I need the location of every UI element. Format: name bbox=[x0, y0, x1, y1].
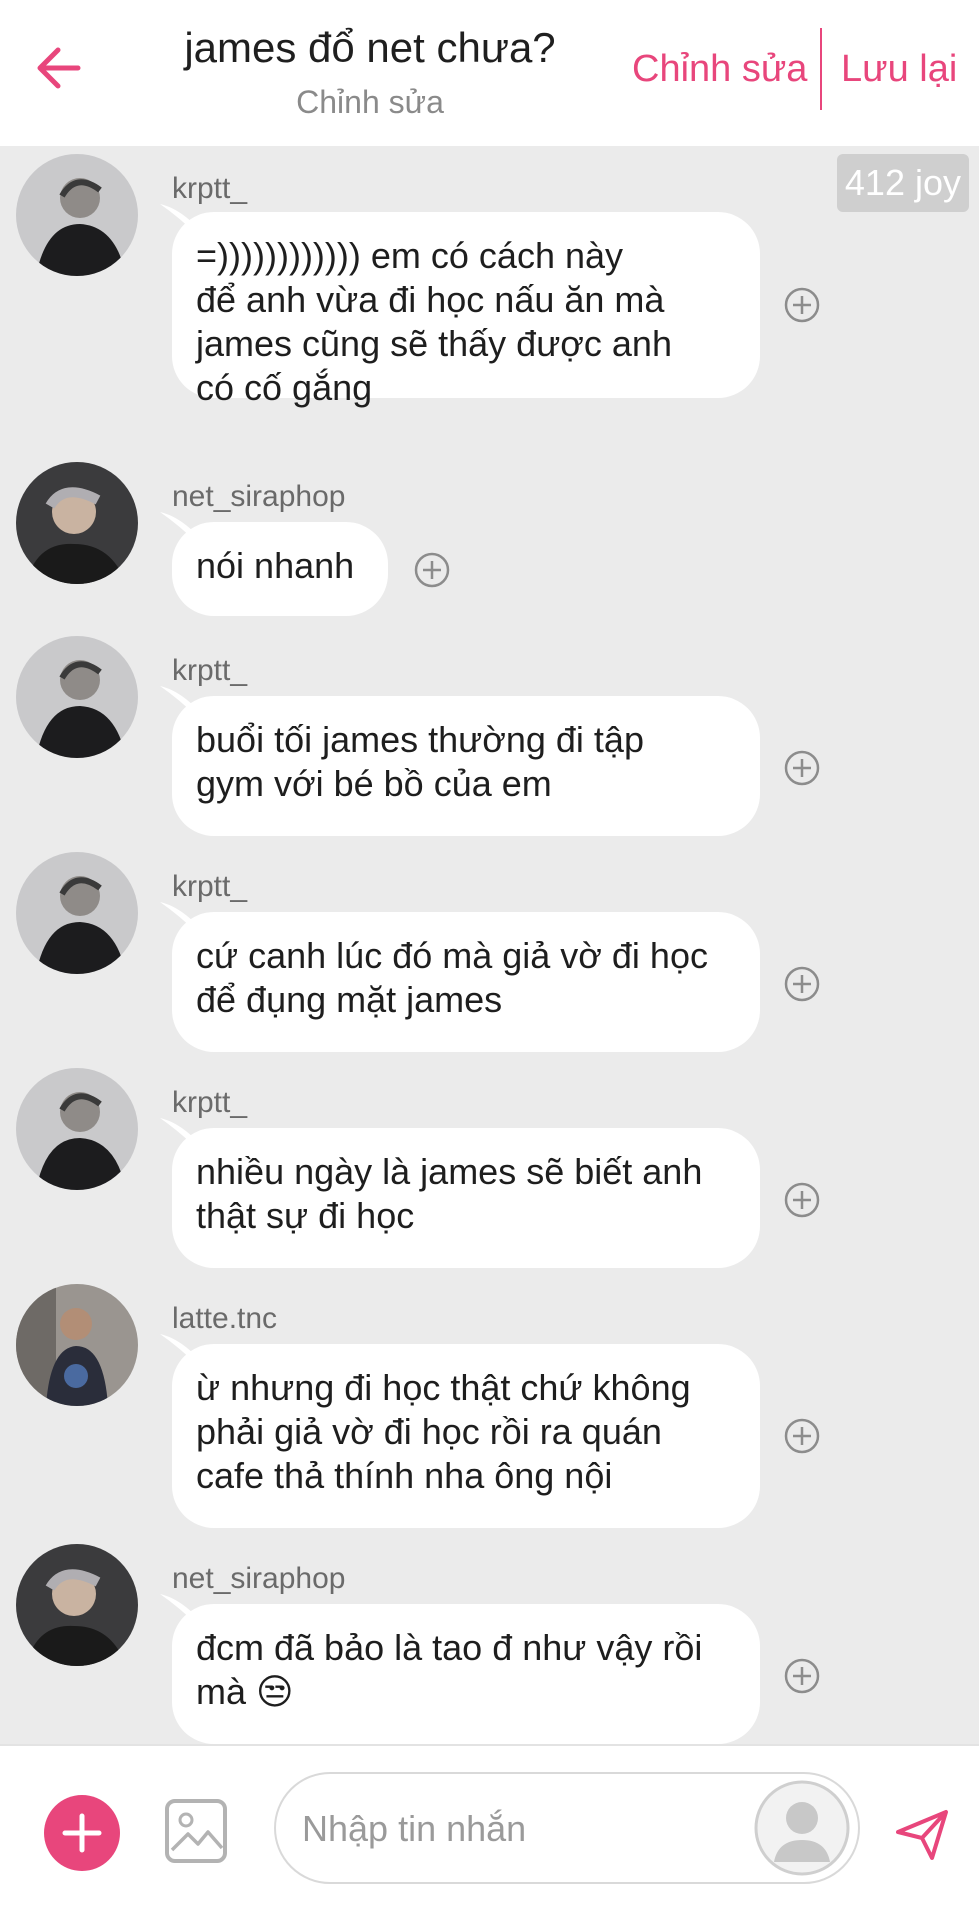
message-line: james cũng sẽ thấy được anh bbox=[196, 323, 672, 364]
message-bubble[interactable]: nhiều ngày là james sẽ biết anh thật sự … bbox=[172, 1128, 760, 1268]
add-reaction-icon[interactable] bbox=[782, 748, 822, 788]
message-line: ừ nhưng đi học thật chứ không bbox=[196, 1367, 691, 1408]
message-line: phải giả vờ đi học rồi ra quán bbox=[196, 1411, 662, 1452]
message-bubble[interactable]: buổi tối james thường đi tập gym với bé … bbox=[172, 696, 760, 836]
message-line: có cố gắng bbox=[196, 367, 373, 408]
chat-title: james đổ net chưa? bbox=[184, 24, 556, 71]
arrow-left-icon bbox=[37, 47, 81, 89]
add-reaction-icon[interactable] bbox=[782, 1416, 822, 1456]
message-line: =)))))))))))) em có cách này bbox=[196, 235, 624, 276]
avatar[interactable] bbox=[16, 462, 138, 584]
message-bubble[interactable]: đcm đã bảo là tao đ như vậy rồi mà 😒 bbox=[172, 1604, 760, 1744]
add-reaction-icon[interactable] bbox=[782, 285, 822, 325]
back-button[interactable] bbox=[30, 38, 90, 98]
message-bubble[interactable]: =)))))))))))) em có cách này để anh vừa … bbox=[172, 212, 760, 408]
add-reaction-icon[interactable] bbox=[782, 1656, 822, 1696]
chat-subtitle: Chỉnh sửa bbox=[296, 84, 444, 120]
message-line: nói nhanh bbox=[196, 545, 355, 586]
avatar[interactable] bbox=[16, 154, 138, 276]
composer-bar: Nhập tin nhắn bbox=[0, 1744, 979, 1920]
message-line: mà 😒 bbox=[196, 1671, 294, 1712]
username: latte.tnc bbox=[172, 1302, 278, 1335]
message-input-placeholder: Nhập tin nhắn bbox=[302, 1808, 527, 1849]
message-line: đcm đã bảo là tao đ như vậy rồi bbox=[196, 1627, 703, 1668]
message-bubble[interactable]: nói nhanh bbox=[172, 522, 388, 616]
username: krptt_ bbox=[172, 654, 248, 687]
add-reaction-icon[interactable] bbox=[412, 550, 452, 590]
message-bubble[interactable]: ừ nhưng đi học thật chứ không phải giả v… bbox=[172, 1344, 760, 1528]
header: james đổ net chưa? Chỉnh sửa Chỉnh sửa L… bbox=[0, 0, 979, 146]
message-bubble[interactable]: cứ canh lúc đó mà giả vờ đi học để đụng … bbox=[172, 912, 760, 1052]
message-list[interactable]: 412 joy krptt_ =)))))))))))) em có cách … bbox=[0, 146, 979, 1744]
avatar[interactable] bbox=[16, 1068, 138, 1190]
header-divider bbox=[820, 28, 822, 110]
message-line: để anh vừa đi học nấu ăn mà bbox=[196, 279, 665, 320]
user-avatar-icon[interactable] bbox=[752, 1778, 852, 1878]
message-line: cafe thả thính nha ông nội bbox=[196, 1455, 613, 1496]
message-line: gym với bé bồ của em bbox=[196, 763, 552, 804]
username: krptt_ bbox=[172, 1086, 248, 1119]
save-button[interactable]: Lưu lại bbox=[841, 48, 957, 91]
avatar[interactable] bbox=[16, 1284, 138, 1406]
message-line: cứ canh lúc đó mà giả vờ đi học bbox=[196, 935, 708, 976]
joy-badge: 412 joy bbox=[836, 154, 969, 212]
add-reaction-icon[interactable] bbox=[782, 1180, 822, 1220]
edit-button[interactable]: Chỉnh sửa bbox=[632, 48, 807, 91]
username: krptt_ bbox=[172, 172, 248, 205]
message-line: thật sự đi học bbox=[196, 1195, 415, 1236]
avatar[interactable] bbox=[16, 636, 138, 758]
message-line: nhiều ngày là james sẽ biết anh bbox=[196, 1151, 703, 1192]
message-line: buổi tối james thường đi tập bbox=[196, 719, 644, 760]
message-line: để đụng mặt james bbox=[196, 979, 503, 1020]
add-reaction-icon[interactable] bbox=[782, 964, 822, 1004]
username: net_siraphop bbox=[172, 480, 346, 513]
image-icon[interactable] bbox=[164, 1798, 228, 1864]
username: krptt_ bbox=[172, 870, 248, 903]
send-button[interactable] bbox=[894, 1806, 950, 1862]
avatar[interactable] bbox=[16, 852, 138, 974]
username: net_siraphop bbox=[172, 1562, 346, 1595]
add-attachment-button[interactable] bbox=[43, 1794, 121, 1872]
message-input[interactable]: Nhập tin nhắn bbox=[274, 1772, 860, 1884]
avatar[interactable] bbox=[16, 1544, 138, 1666]
